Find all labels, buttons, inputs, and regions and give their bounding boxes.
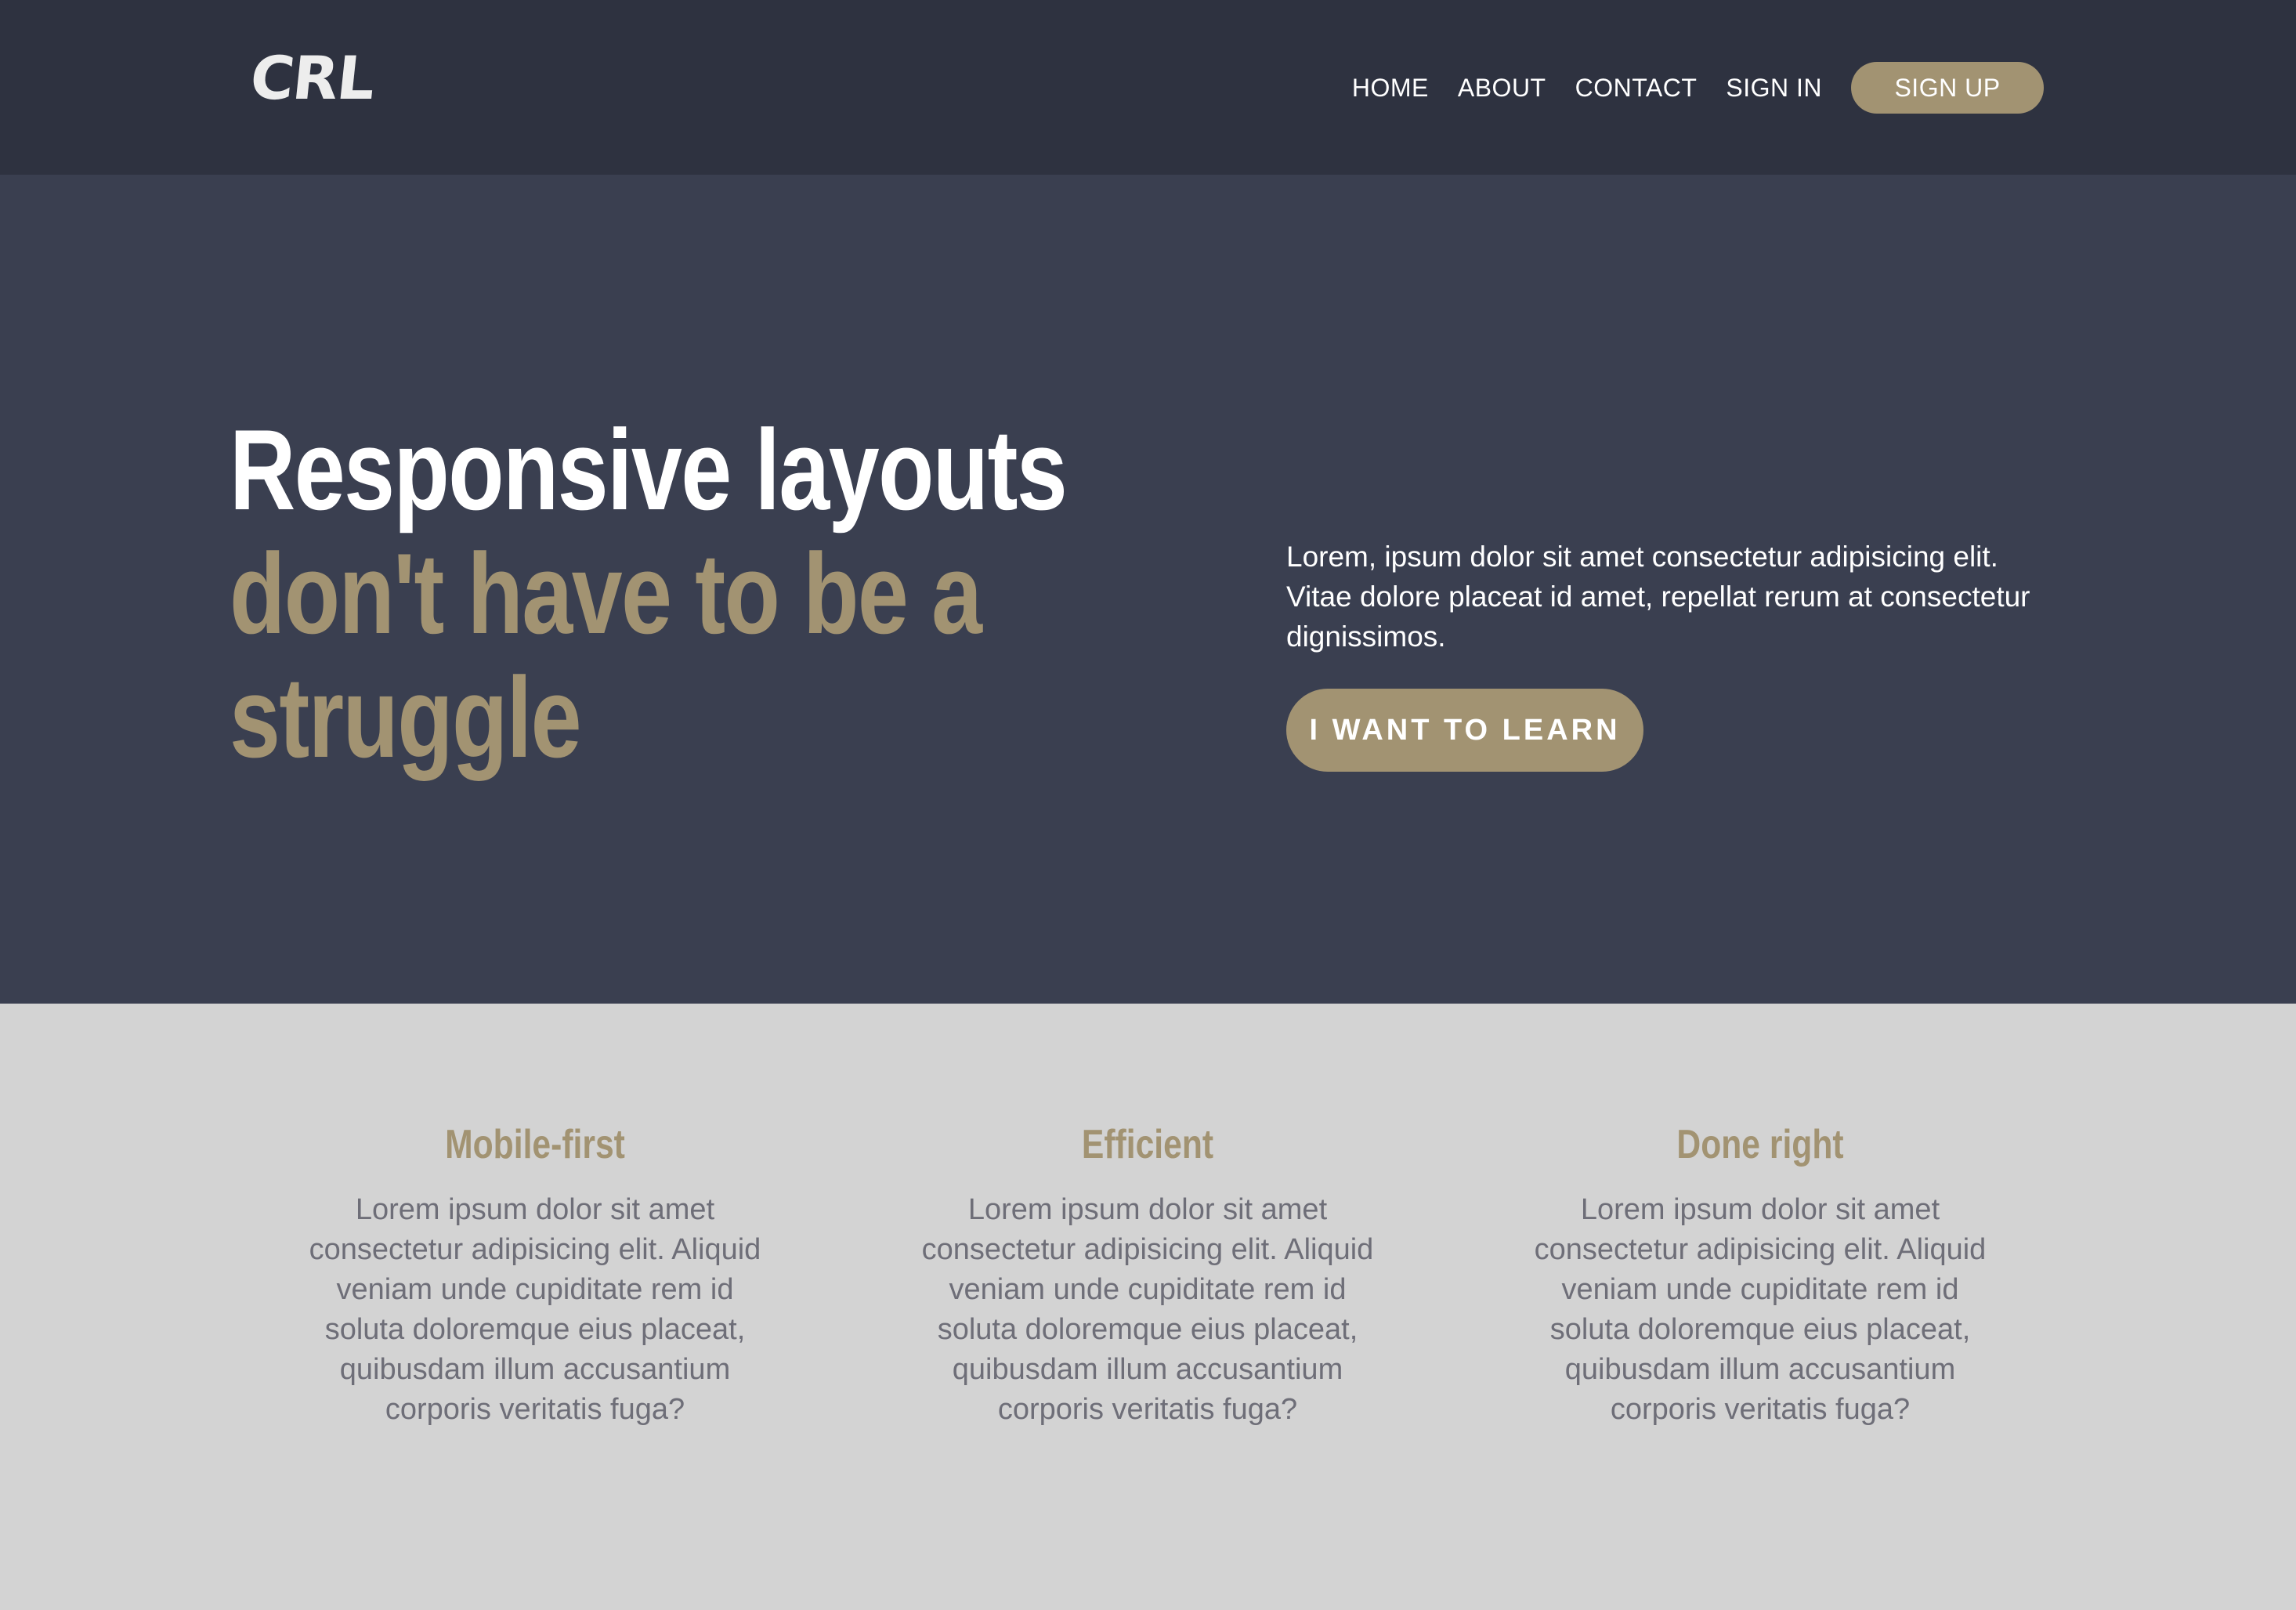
- feature-text: Lorem ipsum dolor sit amet consectetur a…: [309, 1193, 761, 1426]
- hero-title: Responsive layouts don't have to be a st…: [230, 408, 1107, 780]
- feature-text: Lorem ipsum dolor sit amet consectetur a…: [1534, 1193, 1987, 1426]
- feature-card-efficient: Efficient Lorem ipsum dolor sit amet con…: [913, 1120, 1383, 1430]
- feature-title: Done right: [1676, 1122, 1844, 1167]
- hero-description: Lorem, ipsum dolor sit amet consectetur …: [1286, 541, 2030, 653]
- signup-button[interactable]: SIGN UP: [1851, 62, 2044, 114]
- hero-section: Responsive layouts don't have to be a st…: [0, 175, 2296, 1004]
- feature-title: Efficient: [1081, 1122, 1214, 1167]
- feature-card-mobile-first: Mobile-first Lorem ipsum dolor sit amet …: [300, 1120, 770, 1430]
- features-section: Mobile-first Lorem ipsum dolor sit amet …: [0, 1004, 2296, 1610]
- main-nav: HOME ABOUT CONTACT SIGN IN SIGN UP: [1323, 62, 2044, 114]
- site-logo[interactable]: CRL: [247, 43, 377, 113]
- feature-card-done-right: Done right Lorem ipsum dolor sit amet co…: [1525, 1120, 1995, 1430]
- nav-contact-link[interactable]: CONTACT: [1575, 75, 1698, 100]
- site-header: CRL HOME ABOUT CONTACT SIGN IN SIGN UP: [0, 0, 2296, 175]
- learn-cta-button[interactable]: I WANT TO LEARN: [1286, 689, 1643, 772]
- feature-text: Lorem ipsum dolor sit amet consectetur a…: [921, 1193, 1374, 1426]
- hero-title-line2: don't have to be a struggle: [230, 530, 982, 781]
- nav-home-link[interactable]: HOME: [1352, 75, 1429, 100]
- feature-title: Mobile-first: [445, 1122, 625, 1167]
- hero-title-line1: Responsive layouts: [230, 406, 1068, 534]
- nav-signin-link[interactable]: SIGN IN: [1726, 75, 1822, 100]
- nav-about-link[interactable]: ABOUT: [1458, 75, 1546, 100]
